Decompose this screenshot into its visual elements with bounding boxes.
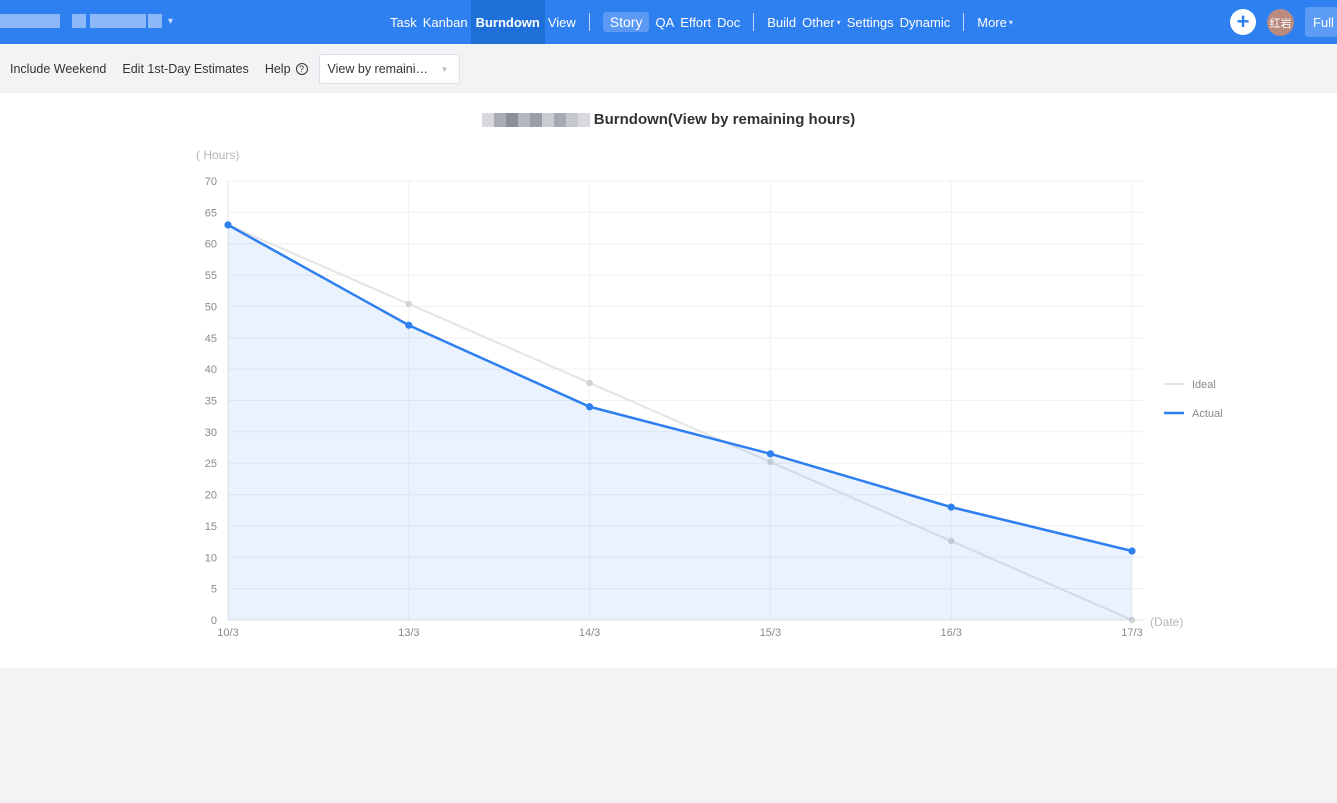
actual-point [947, 503, 955, 511]
nav-item-burndown[interactable]: Burndown [470, 0, 545, 44]
actual-point [224, 221, 232, 229]
nav-item-task[interactable]: Task [387, 0, 420, 44]
nav-item-doc[interactable]: Doc [714, 0, 743, 44]
nav-item-label: Dynamic [899, 14, 951, 30]
view-mode-select[interactable]: View by remaini… ▼ [318, 54, 460, 84]
add-icon[interactable]: + [1230, 9, 1256, 35]
y-tick-label: 15 [205, 521, 217, 533]
x-tick-label: 15/3 [760, 627, 781, 639]
nav-item-label: More [977, 14, 1007, 30]
avatar[interactable]: 红岩 [1267, 9, 1294, 36]
nav-item-label: Settings [846, 14, 894, 30]
nav-item-dynamic[interactable]: Dynamic [897, 0, 954, 44]
burndown-toolbar: Include Weekend Edit 1st-Day Estimates H… [0, 45, 1337, 93]
nav-menu: Task Kanban Burndown View Story QA Effort Doc Bu… [387, 0, 1016, 44]
y-tick-label: 10 [205, 552, 217, 564]
x-tick-label: 14/3 [579, 627, 600, 639]
y-axis-title: ( Hours) [196, 148, 239, 162]
ideal-point [586, 379, 593, 387]
nav-separator [753, 13, 755, 31]
nav-separator [963, 13, 965, 31]
x-tick-label: 16/3 [940, 627, 961, 639]
y-tick-label: 50 [205, 301, 217, 313]
legend-label-ideal: Ideal [1192, 379, 1216, 391]
burndown-chart: 0 5 10 15 20 25 30 35 40 45 50 55 60 65 70 10/3 13/3 14/3… [196, 148, 1223, 639]
y-tick-label: 25 [205, 458, 217, 470]
y-tick-label: 60 [205, 239, 217, 251]
nav-item-label: Doc [717, 14, 741, 30]
nav-separator [588, 13, 590, 31]
nav-item-settings[interactable]: Settings [844, 0, 897, 44]
help-circle-icon: ? [295, 63, 308, 75]
burndown-chart-panel: Burndown(View by remaining hours) 0 5 10 15… [0, 93, 1337, 668]
nav-item-label: View [547, 14, 576, 30]
nav-item-label: Other [802, 14, 835, 30]
y-tick-label: 5 [211, 584, 217, 596]
y-tick-label: 65 [205, 207, 217, 219]
actual-point [766, 450, 775, 458]
nav-item-effort[interactable]: Effort [677, 0, 714, 44]
nav-item-kanban[interactable]: Kanban [420, 0, 471, 44]
nav-item-story[interactable]: Story [600, 0, 653, 44]
chevron-down-icon: ▾ [168, 15, 174, 27]
chevron-down-icon: ▾ [1008, 17, 1013, 27]
x-tick-label: 13/3 [398, 627, 419, 639]
nav-item-label: Build [767, 14, 797, 30]
actual-point [586, 403, 594, 411]
y-tick-label: 40 [205, 364, 217, 376]
nav-item-label: Burndown [475, 14, 540, 30]
chevron-down-icon: ▼ [440, 64, 449, 74]
y-tick-label: 45 [205, 333, 217, 345]
nav-item-label: QA [655, 14, 675, 30]
view-mode-value: View by remaini… [327, 62, 429, 76]
legend-label-actual: Actual [1192, 408, 1223, 420]
y-tick-label: 30 [205, 427, 217, 439]
y-tick-label: 20 [205, 490, 217, 502]
project-switcher[interactable]: ▾ [0, 13, 173, 29]
y-tick-label: 35 [205, 396, 217, 408]
full-screen-button[interactable]: Full [1305, 7, 1337, 37]
ideal-point [405, 300, 412, 308]
nav-item-label: Story [602, 12, 650, 32]
include-weekend-button[interactable]: Include Weekend [10, 62, 106, 76]
x-tick-label: 17/3 [1121, 627, 1142, 639]
nav-item-label: Effort [680, 14, 712, 30]
actual-point [1128, 547, 1136, 555]
nav-item-other[interactable]: Other ▾ [799, 0, 844, 44]
help-button[interactable]: Help ? [265, 62, 308, 76]
x-axis-title: (Date) [1150, 615, 1183, 629]
nav-item-more[interactable]: More ▾ [974, 0, 1016, 44]
edit-estimates-button[interactable]: Edit 1st-Day Estimates [122, 62, 248, 76]
actual-point [405, 321, 413, 329]
y-tick-label: 0 [211, 615, 217, 627]
nav-item-build[interactable]: Build [764, 0, 799, 44]
nav-item-label: Kanban [422, 14, 468, 30]
x-tick-label: 10/3 [217, 627, 238, 639]
nav-item-qa[interactable]: QA [652, 0, 677, 44]
nav-item-view[interactable]: View [545, 0, 579, 44]
help-label: Help [264, 62, 291, 76]
y-tick-label: 55 [205, 270, 217, 282]
nav-item-label: Task [390, 14, 417, 30]
top-nav-bar: ▾ Task Kanban Burndown View Story QA Effort Doc… [0, 0, 1337, 44]
chevron-down-icon: ▾ [836, 17, 841, 27]
y-tick-label: 70 [205, 176, 217, 188]
